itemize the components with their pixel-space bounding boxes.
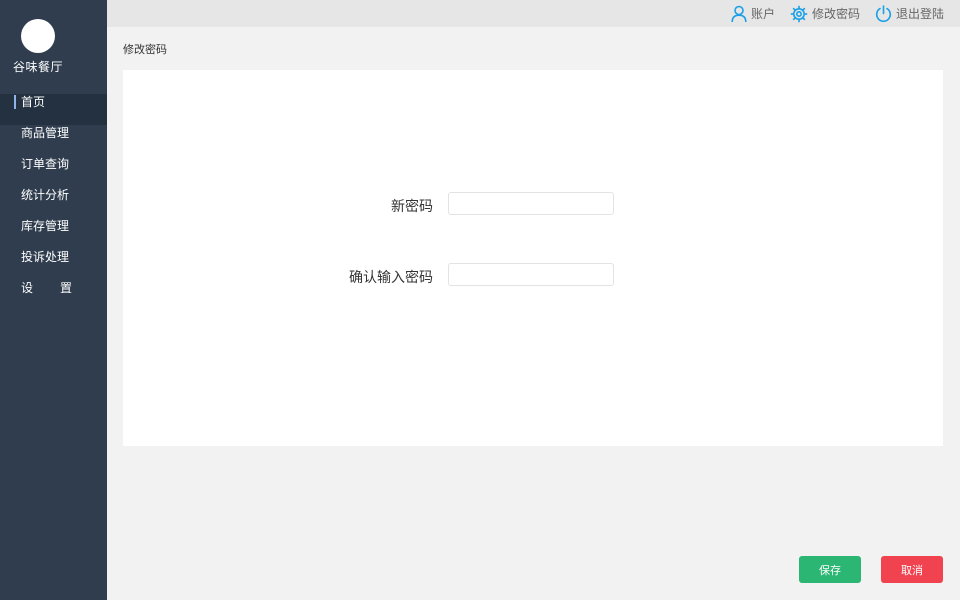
confirm-password-row: 确认输入密码 [123,263,943,287]
sidebar-item-label: 订单查询 [21,157,70,171]
power-icon [875,4,892,23]
sidebar-item-statistics[interactable]: 统计分析 [0,187,107,218]
change-password-link[interactable]: 修改密码 [790,5,860,23]
logout-link[interactable]: 退出登陆 [875,4,944,23]
sidebar-item-inventory[interactable]: 库存管理 [0,218,107,249]
sidebar-item-label: 商品管理 [21,126,70,140]
gear-icon [790,5,808,23]
change-password-label: 修改密码 [811,7,860,21]
brand-name: 谷味餐厅 [12,60,63,74]
account-label: 账户 [750,7,775,21]
sidebar-item-products[interactable]: 商品管理 [0,125,107,156]
new-password-label: 新密码 [391,199,433,215]
confirm-password-label: 确认输入密码 [349,270,433,286]
user-icon [731,5,747,23]
sidebar-item-settings[interactable]: 设置 [0,280,107,311]
breadcrumb: 修改密码 [123,43,167,56]
sidebar-item-label: 设置 [21,281,100,295]
top-actions: 账户 修改密码 退出登陆 [731,0,944,27]
sidebar-item-label: 库存管理 [21,219,70,233]
sidebar-item-label: 统计分析 [21,188,70,202]
sidebar-item-label: 首页 [21,95,46,109]
new-password-row: 新密码 [123,192,943,216]
account-link[interactable]: 账户 [731,5,775,23]
sidebar-item-complaints[interactable]: 投诉处理 [0,249,107,280]
sidebar-item-label: 投诉处理 [21,250,70,264]
sidebar-item-orders[interactable]: 订单查询 [0,156,107,187]
avatar[interactable] [21,19,55,53]
app-root: 谷味餐厅 首页 商品管理 订单查询 统计分析 库存管理 投诉处理 设置 账户 修… [0,0,960,600]
logout-label: 退出登陆 [895,7,944,21]
save-button[interactable]: 保存 [799,556,861,583]
sidebar: 谷味餐厅 首页 商品管理 订单查询 统计分析 库存管理 投诉处理 设置 [0,0,107,600]
new-password-input[interactable] [448,192,614,215]
top-bar: 账户 修改密码 退出登陆 [107,0,960,27]
change-password-panel: 新密码 确认输入密码 [123,70,943,446]
confirm-password-input[interactable] [448,263,614,286]
sidebar-item-home[interactable]: 首页 [0,94,107,125]
sidebar-nav: 首页 商品管理 订单查询 统计分析 库存管理 投诉处理 设置 [0,94,107,311]
cancel-button[interactable]: 取消 [881,556,943,583]
